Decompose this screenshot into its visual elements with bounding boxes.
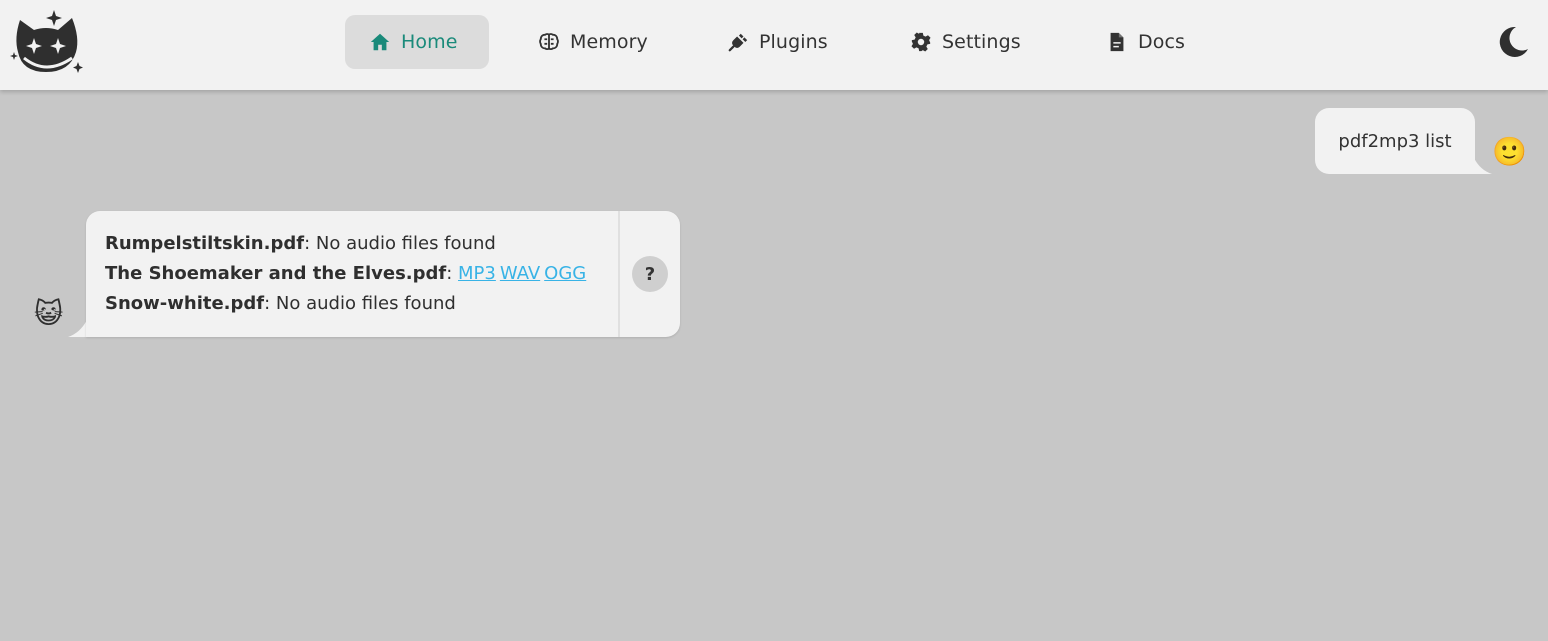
brain-icon bbox=[538, 31, 560, 53]
user-avatar: 🙂 bbox=[1492, 135, 1527, 168]
user-bubble-tail bbox=[1474, 158, 1492, 174]
status-text: No audio files found bbox=[315, 233, 496, 254]
separator: : bbox=[264, 293, 276, 314]
nav-plugins[interactable]: Plugins bbox=[703, 15, 852, 69]
nav-home-label: Home bbox=[401, 31, 458, 53]
list-item: Snow-white.pdf: No audio files found bbox=[105, 289, 618, 319]
nav-settings-label: Settings bbox=[942, 31, 1021, 53]
list-item: Rumpelstiltskin.pdf: No audio files foun… bbox=[105, 229, 618, 259]
bot-message-bubble: Rumpelstiltskin.pdf: No audio files foun… bbox=[86, 211, 680, 337]
plug-icon bbox=[727, 31, 749, 53]
status-text: No audio files found bbox=[275, 293, 456, 314]
nav-docs[interactable]: Docs bbox=[1082, 15, 1209, 69]
nav-memory[interactable]: Memory bbox=[514, 15, 672, 69]
user-message-bubble: pdf2mp3 list bbox=[1315, 108, 1475, 174]
user-message-text: pdf2mp3 list bbox=[1338, 130, 1452, 152]
nav-docs-label: Docs bbox=[1138, 31, 1186, 53]
mp3-link[interactable]: MP3 bbox=[458, 263, 496, 284]
nav-memory-label: Memory bbox=[570, 31, 648, 53]
why-button[interactable]: ? bbox=[632, 256, 668, 292]
bot-avatar: 😺 bbox=[34, 297, 64, 330]
wav-link[interactable]: WAV bbox=[500, 263, 540, 284]
pdf-filename: The Shoemaker and the Elves.pdf bbox=[105, 263, 447, 284]
bot-message-actions: ? bbox=[620, 211, 680, 337]
pdf-filename: Rumpelstiltskin.pdf bbox=[105, 233, 305, 254]
pdf-filename: Snow-white.pdf bbox=[105, 293, 265, 314]
separator: : bbox=[304, 233, 316, 254]
nav-home[interactable]: Home bbox=[345, 15, 489, 69]
separator: : bbox=[446, 263, 459, 284]
gear-icon bbox=[910, 31, 932, 53]
cat-logo-icon[interactable] bbox=[10, 8, 86, 78]
nav-settings[interactable]: Settings bbox=[886, 15, 1045, 69]
nav-plugins-label: Plugins bbox=[759, 31, 828, 53]
bot-message-content: Rumpelstiltskin.pdf: No audio files foun… bbox=[86, 211, 620, 337]
ogg-link[interactable]: OGG bbox=[544, 263, 586, 284]
home-icon bbox=[369, 31, 391, 53]
top-navbar: Home Memory Plugins Settings Docs bbox=[0, 0, 1548, 90]
document-icon bbox=[1106, 31, 1128, 53]
moon-icon[interactable] bbox=[1496, 25, 1530, 59]
list-item: The Shoemaker and the Elves.pdf: MP3 WAV O… bbox=[105, 259, 618, 289]
bot-bubble-tail bbox=[68, 320, 87, 337]
